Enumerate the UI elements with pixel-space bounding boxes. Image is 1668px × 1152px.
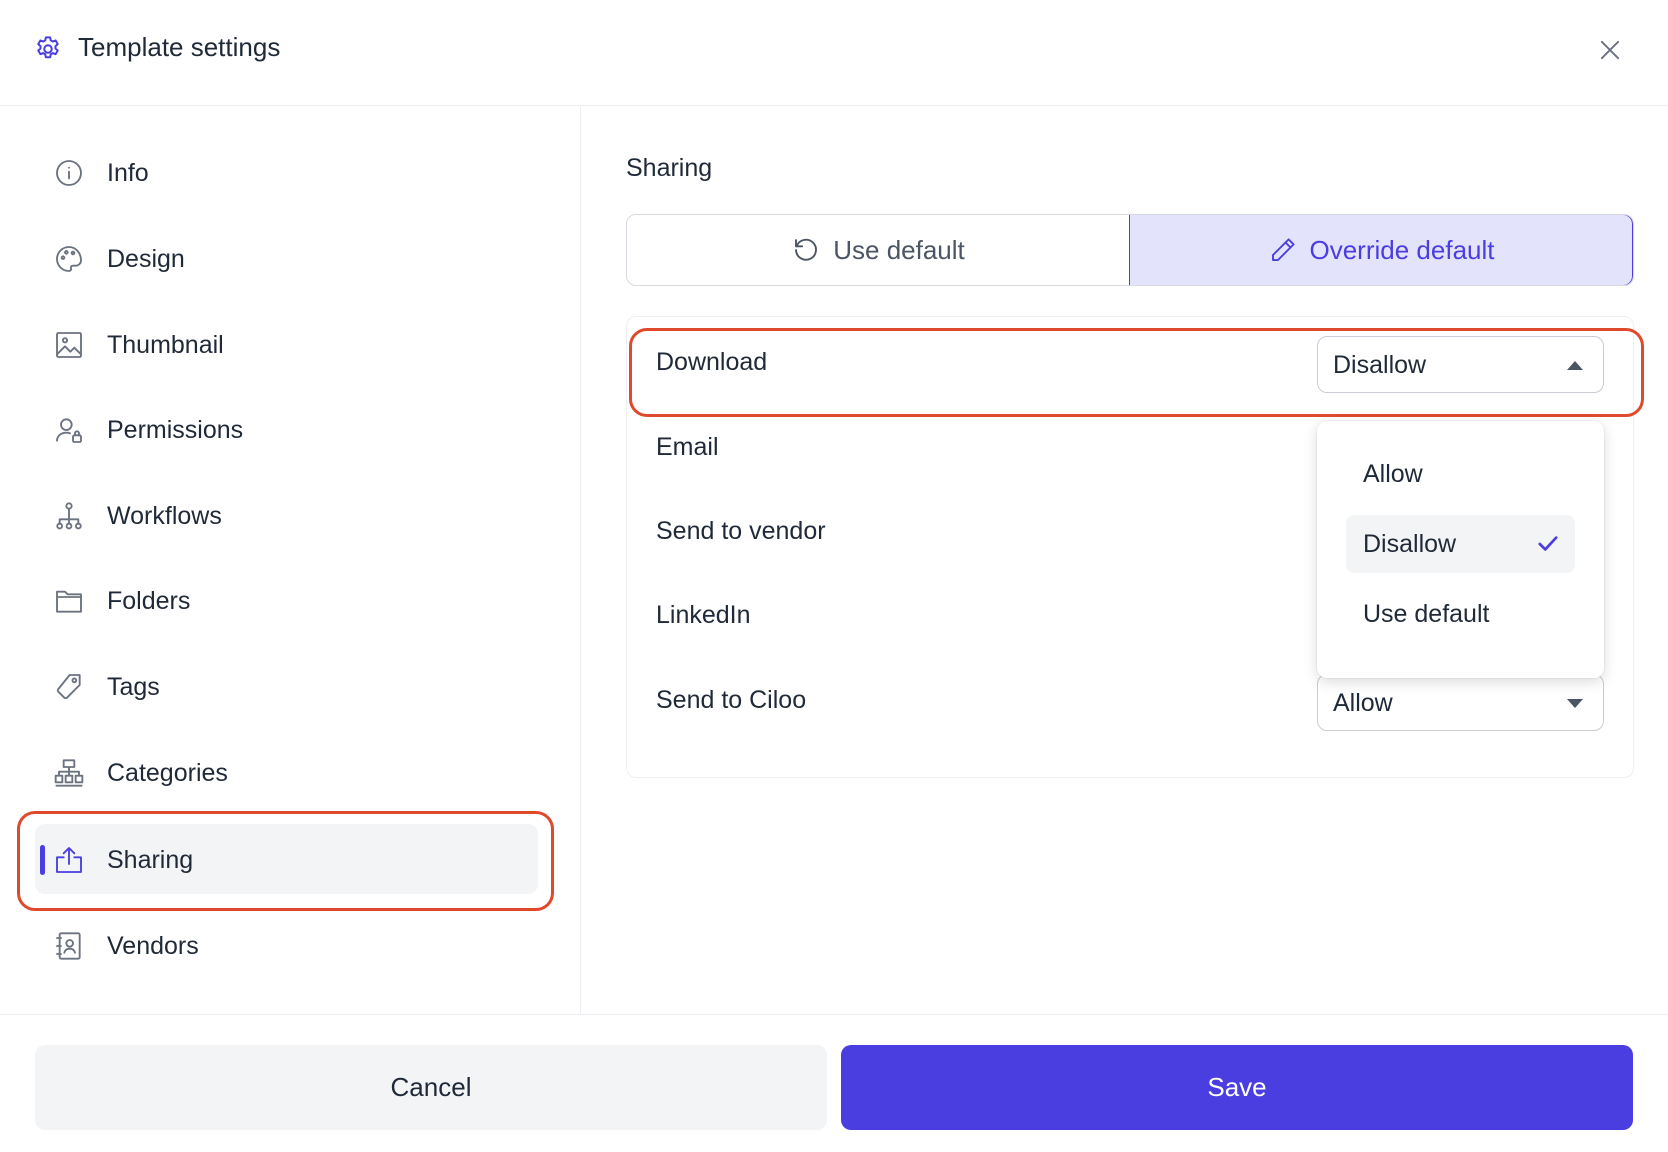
checkmark-icon <box>1538 536 1558 551</box>
sidebar-item-vendors[interactable]: Vendors <box>35 910 538 980</box>
close-icon[interactable] <box>1596 36 1624 64</box>
highlight-annotation <box>629 328 1644 417</box>
pencil-icon <box>1271 238 1295 261</box>
highlight-annotation <box>17 811 554 911</box>
sidebar-item-permissions[interactable]: Permissions <box>35 394 538 464</box>
sidebar-item-label: Workflows <box>107 502 222 530</box>
linkedin-label: LinkedIn <box>656 601 751 629</box>
folder-icon <box>56 590 82 613</box>
sidebar-item-label: Permissions <box>107 416 244 444</box>
sidebar-item-thumbnail[interactable]: Thumbnail <box>35 309 538 379</box>
send-to-vendor-label: Send to vendor <box>656 517 826 545</box>
dropdown-option-label: Use default <box>1363 600 1490 628</box>
dialog-title: Template settings <box>78 32 281 62</box>
dropdown-option-allow[interactable]: Allow <box>1346 445 1575 503</box>
palette-icon <box>56 246 82 272</box>
sidebar-item-folders[interactable]: Folders <box>35 565 538 635</box>
sidebar-item-label: Categories <box>107 759 228 787</box>
download-dropdown-menu: Allow Disallow Use default <box>1317 421 1604 678</box>
dropdown-option-use-default[interactable]: Use default <box>1346 585 1575 643</box>
send-to-ciloo-label: Send to Ciloo <box>656 686 807 714</box>
cancel-button[interactable]: Cancel <box>35 1045 827 1130</box>
dropdown-option-disallow[interactable]: Disallow <box>1346 515 1575 573</box>
sidebar-item-label: Tags <box>107 673 160 701</box>
override-default-option[interactable]: Override default <box>1129 215 1633 285</box>
sidebar-item-label: Folders <box>107 587 191 615</box>
caret-down-icon <box>1567 699 1583 708</box>
image-icon <box>56 332 82 358</box>
hierarchy-icon <box>54 759 84 787</box>
sidebar-item-categories[interactable]: Categories <box>35 737 538 807</box>
override-default-label: Override default <box>1309 234 1495 265</box>
sidebar-item-label: Thumbnail <box>107 331 224 359</box>
mode-toggle: Use default Override default <box>626 214 1634 286</box>
user-lock-icon <box>56 418 82 443</box>
sidebar-item-design[interactable]: Design <box>35 223 538 293</box>
gear-icon <box>37 36 59 59</box>
sidebar-item-tags[interactable]: Tags <box>35 651 538 721</box>
dropdown-option-label: Disallow <box>1363 530 1457 558</box>
use-default-label: Use default <box>833 234 965 265</box>
sidebar-item-label: Vendors <box>107 932 199 960</box>
section-title: Sharing <box>626 154 713 182</box>
sidebar-item-info[interactable]: Info <box>35 137 538 207</box>
dialog-header: Template settings <box>0 0 1668 106</box>
use-default-option[interactable]: Use default <box>627 215 1129 285</box>
contact-book-icon <box>56 932 81 960</box>
sidebar-item-label: Info <box>107 159 149 187</box>
send-to-ciloo-select[interactable]: Allow <box>1317 674 1604 731</box>
undo-icon <box>795 238 818 261</box>
save-button[interactable]: Save <box>841 1045 1633 1130</box>
tag-icon <box>56 674 81 700</box>
workflow-icon <box>56 502 82 530</box>
sidebar-item-label: Design <box>107 245 185 273</box>
email-label: Email <box>656 433 719 461</box>
sidebar-item-workflows[interactable]: Workflows <box>35 480 538 550</box>
info-icon <box>56 160 82 186</box>
dropdown-option-label: Allow <box>1363 460 1423 488</box>
send-to-ciloo-select-value: Allow <box>1333 689 1393 717</box>
